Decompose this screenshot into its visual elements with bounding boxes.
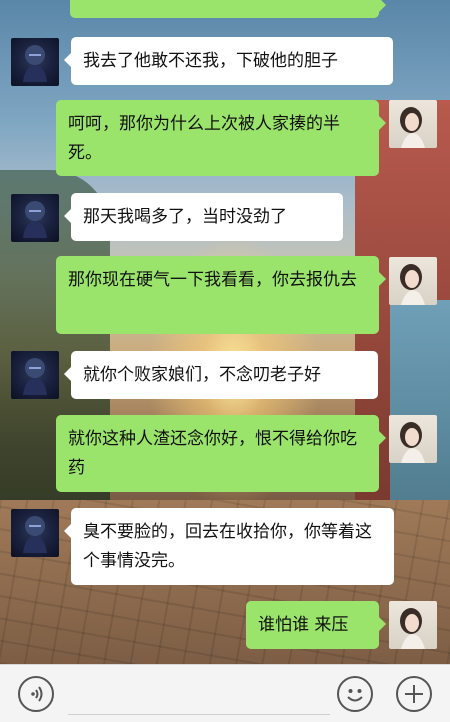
message-bubble-received[interactable]: 那天我喝多了，当时没劲了	[64, 193, 343, 241]
user-avatar[interactable]	[389, 601, 437, 649]
chat-area[interactable]: 我去了他敢不还我，下破他的胆子 呵呵，那你为什么上次被人家揍的半死。 那天我喝多…	[0, 0, 450, 664]
message-text: 就你个败家娘们，不念叨老子好	[83, 365, 321, 385]
message-bubble-sent[interactable]: 呵呵，那你为什么上次被人家揍的半死。	[56, 100, 386, 176]
message-bubble-sent[interactable]: 就你这种人渣还念你好，恨不得给你吃药	[56, 415, 386, 492]
voice-icon	[31, 686, 43, 702]
hooded-figure-icon	[23, 516, 47, 553]
voice-input-button[interactable]	[18, 676, 54, 712]
message-bubble-partial	[70, 0, 386, 18]
message-text: 就你这种人渣还念你好，恨不得给你吃药	[68, 429, 357, 478]
contact-avatar[interactable]	[11, 509, 59, 557]
plus-icon	[405, 685, 423, 703]
message-text: 呵呵，那你为什么上次被人家揍的半死。	[68, 114, 340, 163]
contact-avatar[interactable]	[11, 38, 59, 86]
emoji-icon	[347, 689, 363, 702]
message-input[interactable]	[68, 714, 330, 715]
contact-avatar[interactable]	[11, 194, 59, 242]
message-bubble-received[interactable]: 就你个败家娘们，不念叨老子好	[64, 351, 378, 399]
message-text: 谁怕谁 来压	[258, 615, 349, 635]
contact-avatar[interactable]	[11, 351, 59, 399]
woman-portrait-icon	[400, 422, 425, 463]
message-text: 臭不要脸的，回去在收拾你，你等着这个事情没完。	[83, 522, 372, 571]
user-avatar[interactable]	[389, 257, 437, 305]
input-toolbar	[0, 664, 450, 722]
message-text: 那你现在硬气一下我看看，你去报仇去	[68, 270, 357, 290]
hooded-figure-icon	[23, 358, 47, 395]
more-options-button[interactable]	[396, 676, 432, 712]
message-bubble-received[interactable]: 我去了他敢不还我，下破他的胆子	[64, 37, 393, 85]
woman-portrait-icon	[400, 608, 425, 649]
message-bubble-sent[interactable]: 谁怕谁 来压	[246, 601, 386, 649]
woman-portrait-icon	[400, 264, 425, 305]
woman-portrait-icon	[400, 107, 425, 148]
emoji-button[interactable]	[337, 676, 373, 712]
hooded-figure-icon	[23, 201, 47, 238]
user-avatar[interactable]	[389, 100, 437, 148]
message-bubble-received[interactable]: 臭不要脸的，回去在收拾你，你等着这个事情没完。	[64, 508, 394, 585]
hooded-figure-icon	[23, 45, 47, 82]
message-text: 我去了他敢不还我，下破他的胆子	[83, 51, 338, 71]
message-bubble-sent[interactable]: 那你现在硬气一下我看看，你去报仇去	[56, 256, 386, 334]
user-avatar[interactable]	[389, 415, 437, 463]
message-text: 那天我喝多了，当时没劲了	[83, 207, 287, 227]
